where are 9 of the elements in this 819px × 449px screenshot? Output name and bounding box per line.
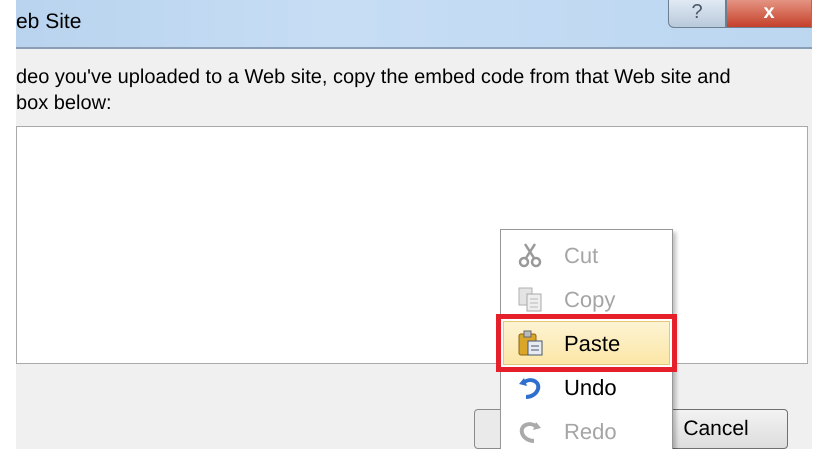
scissors-icon: [516, 241, 544, 269]
menu-item[interactable]: Undo: [503, 365, 670, 409]
instruction-text: box below:: [16, 91, 112, 116]
copy-icon: [516, 285, 544, 313]
close-button[interactable]: x: [726, 0, 812, 28]
help-button[interactable]: ?: [668, 0, 726, 28]
window-title: eb Site: [16, 9, 82, 35]
instruction-text: deo you've uploaded to a Web site, copy the embed code from that Web site and: [16, 65, 731, 90]
clipboard-icon: [516, 329, 544, 357]
